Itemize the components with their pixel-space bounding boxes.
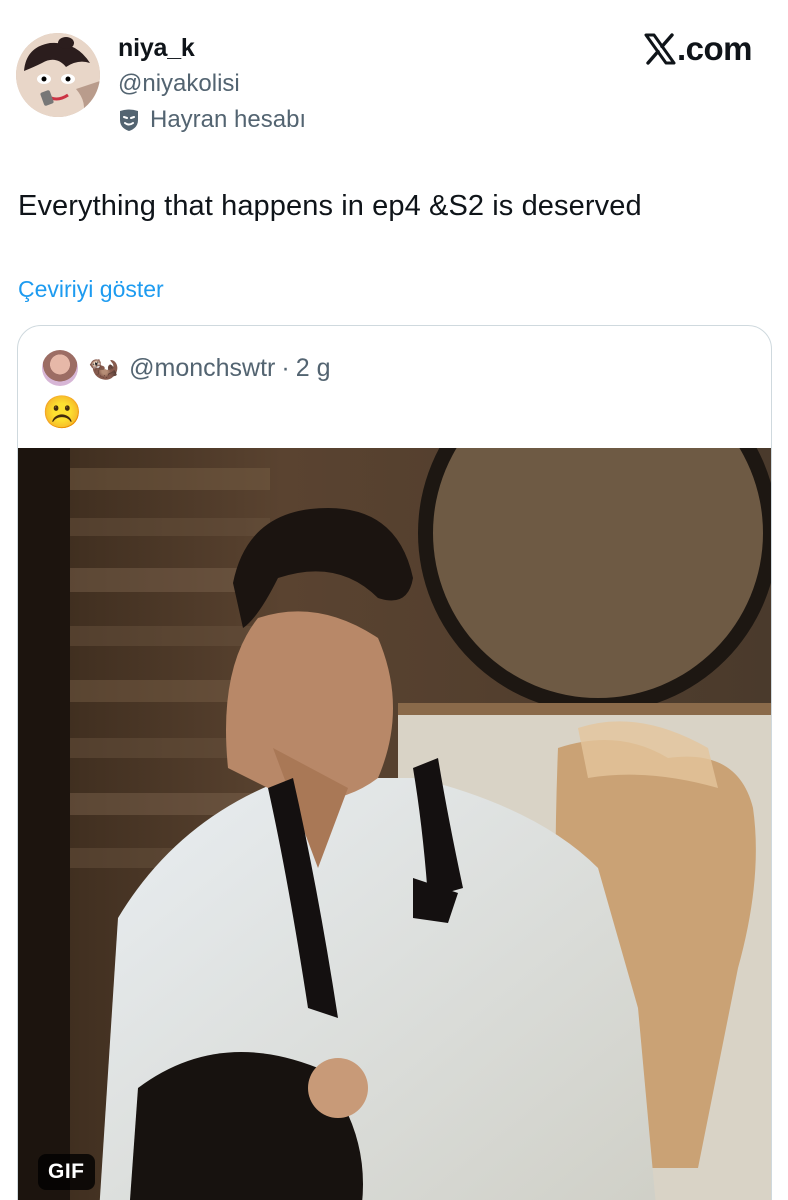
quoted-tweet-text: ☹️ <box>42 394 82 430</box>
badge-label: Hayran hesabı <box>150 106 307 133</box>
show-translation-link[interactable]: Çeviriyi göster <box>18 276 164 303</box>
quoted-tweet-card[interactable]: 🦦 @monchswtr · 2 g ☹️ GIF <box>17 325 772 1200</box>
gif-badge: GIF <box>38 1154 95 1190</box>
tweet-text: Everything that happens in ep4 &S2 is de… <box>18 190 642 222</box>
author-avatar[interactable] <box>16 33 100 117</box>
tweet-header: niya_k @niyakolisi Hayran hesabı .com <box>0 0 788 150</box>
author-display-name[interactable]: niya_k <box>118 34 195 63</box>
theater-mask-icon <box>120 109 138 131</box>
gif-media[interactable]: GIF <box>18 448 771 1200</box>
quoted-author-handle[interactable]: @monchswtr <box>129 354 275 383</box>
fan-account-badge: Hayran hesabı <box>118 106 306 134</box>
quoted-tweet-header: 🦦 @monchswtr · 2 g <box>42 350 330 386</box>
quoted-author-avatar[interactable] <box>42 350 78 386</box>
quoted-tweet-time[interactable]: 2 g <box>296 354 331 383</box>
gif-frame-image <box>18 448 771 1200</box>
brand-label: .com <box>676 30 753 67</box>
author-handle[interactable]: @niyakolisi <box>118 70 240 98</box>
x-logo-icon <box>644 33 676 65</box>
separator-dot: · <box>281 353 290 382</box>
otter-emoji: 🦦 <box>88 353 120 382</box>
brand-mark: .com <box>644 30 753 68</box>
